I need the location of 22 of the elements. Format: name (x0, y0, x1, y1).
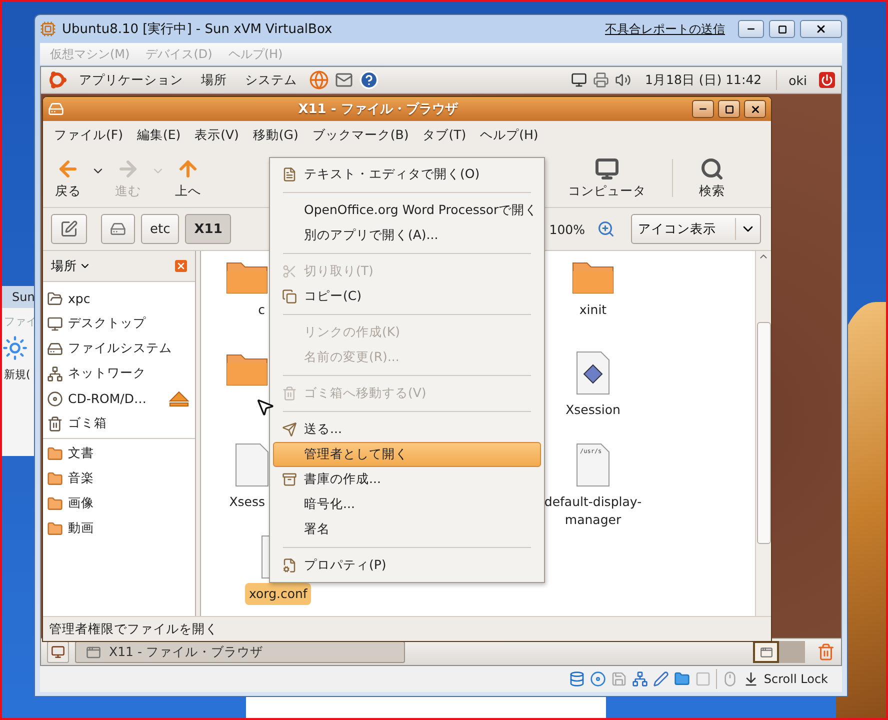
toolbar-label: 新規( (3, 367, 30, 382)
file-name: default-display-manager (543, 493, 643, 530)
file-name: xorg.conf (245, 583, 312, 606)
sidebar-label: xpc (68, 291, 90, 306)
zoom-level: 100% (549, 222, 585, 236)
window-title: Ubuntu8.10 [実行中] - Sun xVM VirtualBox (62, 21, 332, 38)
window-title: X11 - ファイル・ブラウザ (297, 100, 460, 118)
sidebar-label: 文書 (68, 445, 94, 462)
file-name: xinit (578, 301, 608, 319)
sidebar-label: 動画 (68, 520, 94, 537)
sidebar-label: デスクトップ (68, 315, 146, 332)
file-name: Xsess (228, 493, 266, 511)
status-text: 管理者権限でファイルを開く (49, 620, 218, 638)
file-name: c (257, 301, 266, 319)
sidebar-label: ネットワーク (68, 365, 146, 382)
sidebar-label: ファイルシステム (68, 340, 172, 357)
sidebar-label: CD-ROM/D… (68, 391, 147, 406)
sidebar-label: 音楽 (68, 470, 94, 487)
sidebar-label: 画像 (68, 495, 94, 512)
status-text: Scroll Lock (764, 672, 828, 686)
sidebar-label: ゴミ箱 (68, 415, 107, 432)
file-name: Xsession (564, 401, 622, 419)
